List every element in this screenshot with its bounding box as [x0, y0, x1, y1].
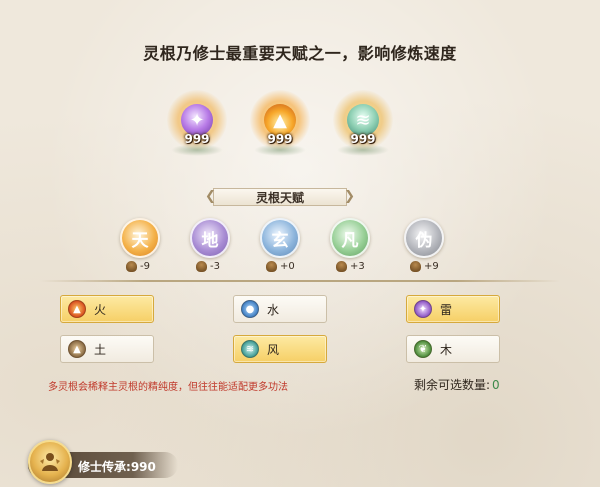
orb-slot[interactable]: ▲ 999 [246, 88, 314, 160]
talent-grade[interactable]: 伪 +9 [400, 218, 448, 278]
element-button-wood[interactable]: ❦ 木 [406, 335, 500, 363]
cultivator-icon [410, 261, 421, 272]
section-title: 灵根天赋 [255, 190, 304, 205]
fire-icon: ▲ [68, 300, 86, 318]
cultivator-icon [126, 261, 137, 272]
talent-badge: 伪 [404, 218, 444, 258]
element-label: 水 [267, 302, 280, 317]
element-button-thunder[interactable]: ✦ 雷 [406, 295, 500, 323]
element-button-earth[interactable]: ▲ 土 [60, 335, 154, 363]
talent-grade[interactable]: 凡 +3 [326, 218, 374, 278]
selected-root-orbs: ✦ 999 ▲ 999 ≋ 999 [0, 88, 600, 160]
cultivator-icon [40, 453, 60, 471]
lightning-icon: ✦ [414, 300, 432, 318]
talent-modifier: +3 [350, 261, 365, 272]
remaining-value: 0 [492, 378, 500, 392]
divider [40, 280, 560, 282]
element-label: 火 [94, 302, 107, 317]
talent-badge: 凡 [330, 218, 370, 258]
element-button-water[interactable]: ● 水 [233, 295, 327, 323]
leaf-icon: ❦ [414, 340, 432, 358]
talent-grade[interactable]: 天 -9 [116, 218, 164, 278]
talent-badge: 地 [190, 218, 230, 258]
hint-text: 多灵根会稀释主灵根的精纯度，但往往能适配更多功法 [48, 382, 288, 393]
talent-modifier: -3 [210, 261, 220, 272]
legacy-value: 990 [130, 460, 156, 474]
chevron-left-icon: ❮ [205, 189, 216, 204]
talent-modifier: -9 [140, 261, 150, 272]
talent-grade[interactable]: 地 -3 [186, 218, 234, 278]
remaining-label: 剩余可选数量: [414, 378, 491, 392]
element-label: 雷 [440, 302, 453, 317]
orb-count: 999 [184, 132, 210, 146]
legacy-medal-icon[interactable] [28, 440, 72, 484]
element-label: 风 [267, 342, 280, 357]
water-drop-icon: ● [241, 300, 259, 318]
legacy-info: 修士传承:990 [78, 458, 156, 475]
element-label: 土 [94, 342, 107, 357]
orb-slot[interactable]: ✦ 999 [163, 88, 231, 160]
element-button-fire[interactable]: ▲ 火 [60, 295, 154, 323]
orb-slot[interactable]: ≋ 999 [329, 88, 397, 160]
cultivator-icon [266, 261, 277, 272]
talent-modifier: +0 [280, 261, 295, 272]
legacy-label: 修士传承: [78, 460, 131, 474]
section-banner: ❮ 灵根天赋 ❯ [205, 187, 355, 207]
orb-count: 999 [350, 132, 376, 146]
page-headline: 灵根乃修士最重要天赋之一，影响修炼速度 [143, 44, 457, 63]
wind-icon: ≋ [241, 340, 259, 358]
element-button-wind[interactable]: ≋ 风 [233, 335, 327, 363]
element-label: 木 [440, 342, 453, 357]
talent-badge: 天 [120, 218, 160, 258]
earth-icon: ▲ [68, 340, 86, 358]
remaining-count: 剩余可选数量: 0 [414, 376, 500, 393]
chevron-right-icon: ❯ [344, 189, 355, 204]
orb-count: 999 [267, 132, 293, 146]
talent-grade[interactable]: 玄 +0 [256, 218, 304, 278]
talent-modifier: +9 [424, 261, 439, 272]
cultivator-icon [336, 261, 347, 272]
talent-badge: 玄 [260, 218, 300, 258]
cultivator-icon [196, 261, 207, 272]
